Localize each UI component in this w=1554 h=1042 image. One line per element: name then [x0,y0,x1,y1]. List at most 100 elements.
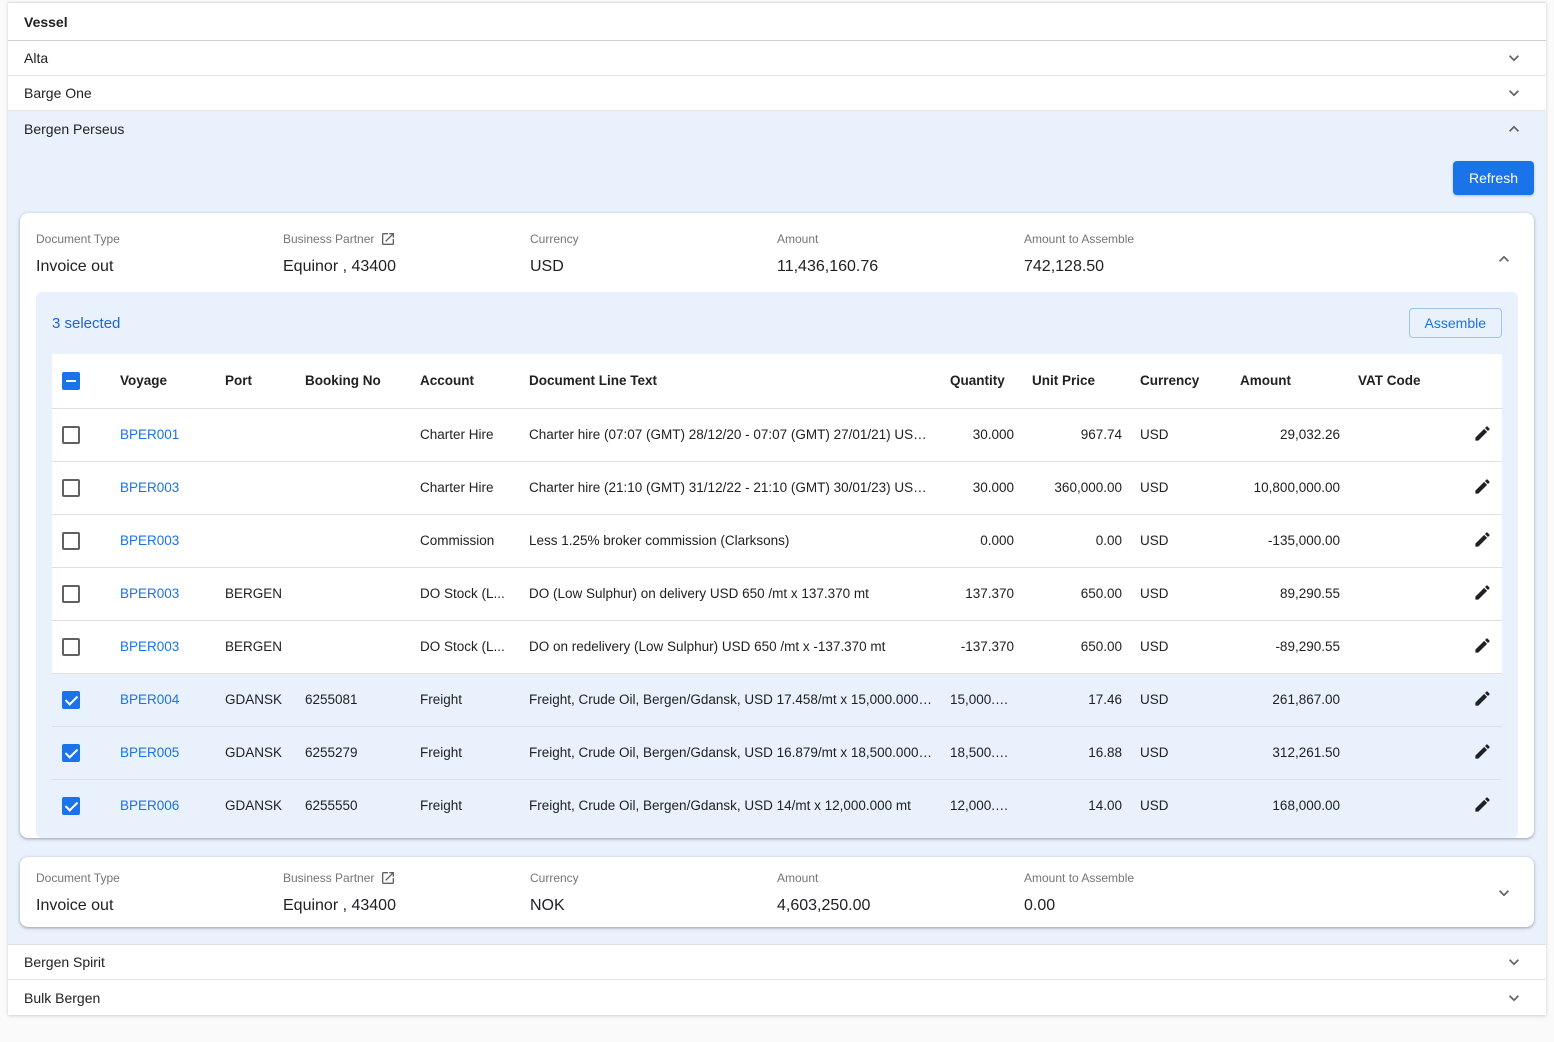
edit-line-button[interactable] [1471,581,1494,607]
cell-unit-price: 650.00 [1022,620,1130,673]
document-line-row: BPER003BERGENDO Stock (L...DO on redeliv… [52,620,1502,673]
cell-booking-no: 6255550 [295,779,410,832]
field-document-type: Document Type Invoice out [36,231,283,276]
field-value: Invoice out [36,258,283,276]
cell-port: GDANSK [215,779,295,832]
field-value: Equinor , 43400 [283,897,530,915]
cell-port [215,514,295,567]
field-label: Document Type [36,231,283,247]
cell-quantity: 30.000 [940,461,1022,514]
field-value: 4,603,250.00 [777,897,1024,915]
open-in-new-icon[interactable] [380,231,396,247]
cell-vat-code [1348,567,1430,620]
field-label: Amount to Assemble [1024,870,1271,886]
cell-vat-code [1348,461,1430,514]
voyage-link[interactable]: BPER006 [120,798,179,813]
vessel-header: Vessel [8,3,1546,41]
field-label: Business Partner [283,870,530,886]
cell-port [215,461,295,514]
field-business-partner: Business Partner Equinor , 43400 [283,231,530,276]
cell-account: Freight [410,673,519,726]
row-checkbox[interactable] [62,532,80,550]
vessel-item-bulk-bergen[interactable]: Bulk Bergen [8,980,1546,1015]
voyage-link[interactable]: BPER003 [120,480,179,495]
cell-unit-price: 0.00 [1022,514,1130,567]
field-value: NOK [530,897,777,915]
vessel-item-bergen-spirit[interactable]: Bergen Spirit [8,945,1546,980]
row-checkbox[interactable] [62,638,80,656]
row-checkbox[interactable] [62,479,80,497]
field-label: Amount [777,870,1024,886]
cell-currency: USD [1130,726,1230,779]
refresh-button[interactable]: Refresh [1453,161,1534,195]
cell-quantity: 137.370 [940,567,1022,620]
cell-unit-price: 360,000.00 [1022,461,1130,514]
cell-currency: USD [1130,567,1230,620]
vessel-item-label: Bergen Perseus [24,121,124,137]
col-header-voyage: Voyage [110,354,215,408]
voyage-link[interactable]: BPER003 [120,639,179,654]
edit-line-button[interactable] [1471,687,1494,713]
col-header-currency: Currency [1130,354,1230,408]
edit-line-button[interactable] [1471,475,1494,501]
document-line-row: BPER003BERGENDO Stock (L...DO (Low Sulph… [52,567,1502,620]
field-label: Document Type [36,870,283,886]
col-header-vat-code: VAT Code [1348,354,1430,408]
field-currency: Currency NOK [530,870,777,915]
cell-currency: USD [1130,779,1230,832]
edit-line-button[interactable] [1471,422,1494,448]
vessel-item-bergen-perseus[interactable]: Bergen Perseus [8,111,1546,147]
cell-vat-code [1348,779,1430,832]
vessel-item-label: Bulk Bergen [24,990,100,1006]
cell-currency: USD [1130,514,1230,567]
row-checkbox[interactable] [62,744,80,762]
card-collapse-button[interactable] [1490,245,1518,276]
edit-line-button[interactable] [1471,740,1494,766]
voyage-link[interactable]: BPER001 [120,427,179,442]
cell-document-line-text: Freight, Crude Oil, Bergen/Gdansk, USD 1… [519,779,940,832]
cell-account: Freight [410,779,519,832]
cell-document-line-text: Less 1.25% broker commission (Clarksons) [519,514,940,567]
selection-count: 3 selected [52,315,120,332]
edit-line-button[interactable] [1471,793,1494,819]
voyage-link[interactable]: BPER005 [120,745,179,760]
voyage-link[interactable]: BPER003 [120,586,179,601]
cell-amount: 168,000.00 [1230,779,1348,832]
voyage-link[interactable]: BPER003 [120,533,179,548]
vessel-item-label: Bergen Spirit [24,954,105,970]
cell-account: Charter Hire [410,461,519,514]
cell-port: GDANSK [215,673,295,726]
document-summary: Document Type Invoice out Business Partn… [20,213,1534,292]
vessel-item-barge-one[interactable]: Barge One [8,76,1546,111]
row-checkbox[interactable] [62,691,80,709]
cell-amount: 89,290.55 [1230,567,1348,620]
field-label: Business Partner [283,231,530,247]
field-value: Invoice out [36,897,283,915]
field-amount-to-assemble: Amount to Assemble 0.00 [1024,870,1271,915]
card-expand-button[interactable] [1490,879,1518,910]
row-checkbox[interactable] [62,797,80,815]
col-header-quantity: Quantity [940,354,1022,408]
document-card-nok: Document Type Invoice out Business Partn… [20,857,1534,927]
open-in-new-icon[interactable] [380,870,396,886]
select-all-checkbox[interactable] [62,372,80,390]
cell-vat-code [1348,726,1430,779]
assemble-button[interactable]: Assemble [1409,308,1502,338]
row-checkbox[interactable] [62,426,80,444]
cell-document-line-text: DO on redelivery (Low Sulphur) USD 650 /… [519,620,940,673]
edit-line-button[interactable] [1471,634,1494,660]
edit-line-button[interactable] [1471,528,1494,554]
cell-booking-no: 6255279 [295,726,410,779]
document-lines-table: Voyage Port Booking No Account Document … [52,354,1502,832]
cell-booking-no [295,620,410,673]
voyage-link[interactable]: BPER004 [120,692,179,707]
cell-currency: USD [1130,408,1230,461]
cell-quantity: 12,000.000 [940,779,1022,832]
document-line-row: BPER003Charter HireCharter hire (21:10 (… [52,461,1502,514]
field-label: Currency [530,870,777,886]
vessel-panel-bergen-perseus: Bergen Perseus Refresh Document Type Inv… [8,111,1546,945]
vessel-item-alta[interactable]: Alta [8,41,1546,76]
row-checkbox[interactable] [62,585,80,603]
selection-bar: 3 selected Assemble [52,292,1502,354]
cell-amount: 29,032.26 [1230,408,1348,461]
